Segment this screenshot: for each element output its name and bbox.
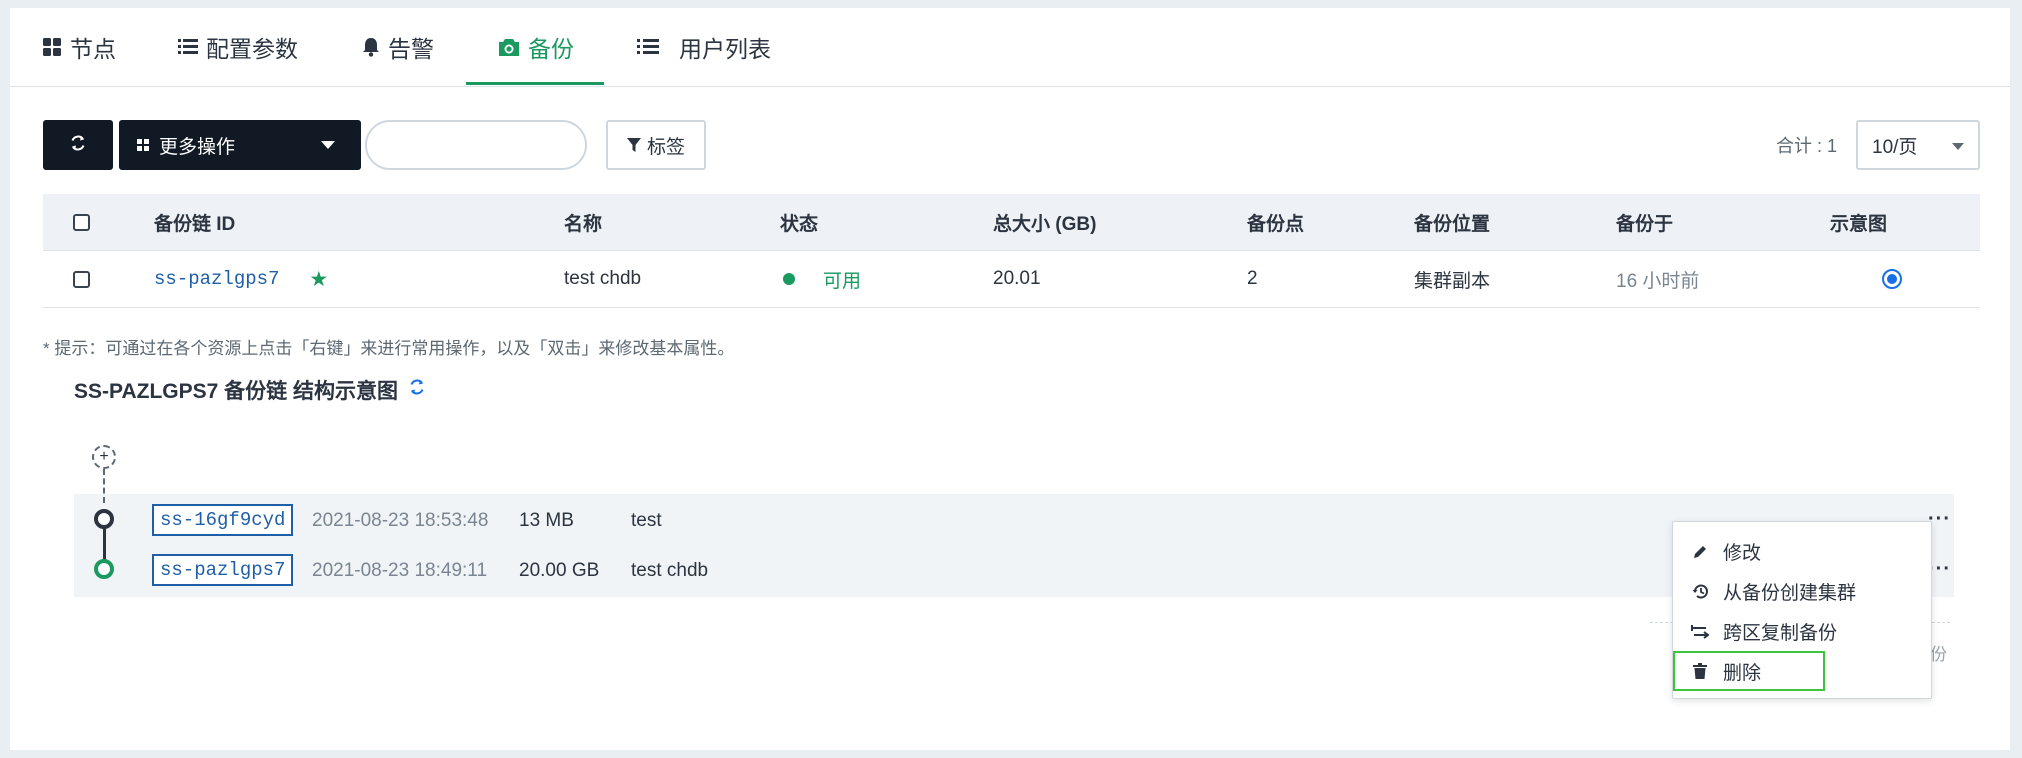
name-cell: test chdb [564, 268, 642, 289]
pencil-icon [1691, 544, 1709, 559]
list-icon [178, 38, 198, 56]
menu-item-label: 跨区复制备份 [1723, 622, 1838, 644]
search-input[interactable] [365, 120, 587, 170]
table-row[interactable]: ss-pazlgps7 ★ test chdb 可用 20.01 2 集群副本 … [43, 251, 1980, 308]
backup-point-time: 2021-08-23 18:49:11 [312, 560, 488, 581]
status-dot-icon [783, 273, 795, 285]
backup-chain-id-cell: ss-pazlgps7 ★ [154, 251, 328, 307]
column-header[interactable]: 状态 [780, 194, 818, 250]
camera-icon [498, 38, 520, 57]
page-size-value: 10/页 [1872, 136, 1918, 158]
tab-label: 节点 [70, 36, 116, 62]
backup-panel: 节点 配置参数 告警 备份 用户列表 更多操作 标签 合计: 1 10/页 备… [10, 8, 2010, 750]
column-header[interactable]: 备份位置 [1414, 194, 1490, 250]
menu-item-cross-region-copy[interactable]: 跨区复制备份 [1673, 611, 1931, 651]
tag-filter-button[interactable]: 标签 [606, 120, 706, 170]
star-icon[interactable]: ★ [309, 267, 328, 292]
tab-nodes[interactable]: 节点 [42, 8, 116, 86]
tab-label: 备份 [528, 36, 574, 62]
tab-bar: 节点 配置参数 告警 备份 用户列表 [10, 8, 2010, 87]
menu-item-delete[interactable]: 删除 [1673, 651, 1825, 691]
menu-item-label: 删除 [1723, 662, 1762, 684]
context-menu: 修改 从备份创建集群 跨区复制备份 删除 [1672, 521, 1932, 699]
chain-node-icon [94, 559, 114, 579]
backup-location-cell: 集群副本 [1414, 270, 1491, 292]
tab-config-params[interactable]: 配置参数 [178, 8, 298, 86]
transfer-icon [1691, 624, 1709, 639]
refresh-icon[interactable] [408, 378, 426, 402]
column-header[interactable]: 名称 [564, 194, 602, 250]
filter-icon [626, 137, 641, 153]
refresh-icon [69, 134, 87, 157]
status-badge: 可用 [823, 270, 862, 292]
tag-label: 标签 [646, 136, 685, 158]
tab-label: 告警 [388, 36, 434, 62]
select-all-checkbox[interactable] [73, 213, 90, 231]
row-checkbox[interactable] [73, 270, 90, 288]
chevron-down-icon [321, 141, 335, 149]
active-tab-indicator [466, 82, 604, 85]
chain-node-icon [94, 509, 114, 529]
status-cell: 可用 [783, 251, 861, 307]
diagram-radio-cell [1882, 251, 1902, 307]
total-count: 合计 : 1 [1776, 136, 1838, 156]
total-size-cell: 20.01 [993, 268, 1041, 289]
grid-icon [137, 139, 149, 151]
menu-item-label: 修改 [1723, 542, 1762, 564]
more-actions-button[interactable]: 更多操作 [119, 120, 361, 170]
tab-backups[interactable]: 备份 [498, 8, 574, 86]
chain-connector-dashed [103, 469, 105, 503]
select-all-cell [73, 194, 90, 250]
tab-user-list[interactable]: 用户列表 [637, 8, 771, 86]
diagram-title: SS-PAZLGPS7 备份链 结构示意图 [74, 375, 426, 405]
grid-icon [42, 37, 62, 57]
backup-time-cell: 16 小时前 [1616, 270, 1700, 292]
more-actions-label: 更多操作 [159, 136, 236, 158]
column-header[interactable]: 备份链 ID [154, 194, 235, 250]
backup-point-name: test [631, 510, 662, 531]
history-icon [1691, 583, 1709, 600]
column-header[interactable]: 总大小 (GB) [993, 194, 1096, 250]
bell-icon [362, 37, 380, 57]
backup-point-size: 13 MB [519, 510, 574, 531]
backup-point-time: 2021-08-23 18:53:48 [312, 510, 489, 531]
tab-label: 配置参数 [206, 36, 298, 62]
trash-icon [1691, 663, 1709, 679]
refresh-button[interactable] [43, 120, 113, 170]
menu-item-label: 从备份创建集群 [1723, 582, 1857, 604]
column-header[interactable]: 备份点 [1247, 194, 1304, 250]
backup-point-size: 20.00 GB [519, 560, 600, 581]
tab-label: 用户列表 [679, 36, 771, 62]
menu-item-create-cluster[interactable]: 从备份创建集群 [1673, 571, 1931, 611]
add-backup-point-button[interactable]: + [92, 445, 116, 469]
backup-point-id[interactable]: ss-16gf9cyd [152, 504, 294, 536]
column-header: 示意图 [1830, 213, 1888, 235]
chevron-down-icon [1952, 143, 1964, 150]
backup-chain-id-link[interactable]: ss-pazlgps7 [154, 268, 279, 290]
diagram-radio[interactable] [1882, 269, 1902, 289]
column-header[interactable]: 备份于 [1616, 194, 1673, 250]
diagram-title-text: SS-PAZLGPS7 备份链 结构示意图 [74, 380, 398, 403]
tab-alarms[interactable]: 告警 [362, 8, 434, 86]
backup-points-cell: 2 [1247, 268, 1258, 289]
backup-point-id[interactable]: ss-pazlgps7 [152, 554, 294, 586]
list-icon [637, 38, 659, 56]
backup-point-name: test chdb [631, 560, 709, 581]
table-header: 备份链 ID 名称 状态 总大小 (GB) 备份点 备份位置 备份于 示意图 [43, 194, 1980, 251]
row-select-cell [73, 251, 90, 307]
usage-tip: * 提示：可通过在各个资源上点击「右键」来进行常用操作，以及「双击」来修改基本属… [43, 339, 735, 358]
menu-item-edit[interactable]: 修改 [1673, 531, 1931, 571]
page-size-select[interactable]: 10/页 [1856, 120, 1980, 170]
hidden-label-fragment: 份 [1930, 645, 1947, 664]
